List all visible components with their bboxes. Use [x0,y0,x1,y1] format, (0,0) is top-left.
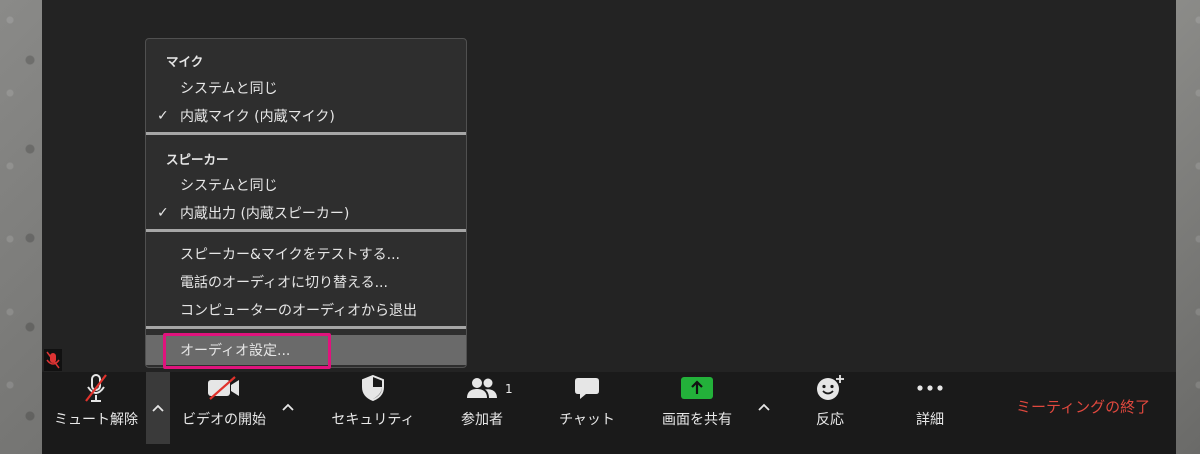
chevron-up-icon [282,403,294,411]
menu-divider [146,326,466,329]
security-label: セキュリティ [331,412,415,428]
mic-option-same-as-system[interactable]: システムと同じ [146,75,466,101]
checkmark-icon: ✓ [157,205,169,221]
menu-divider [146,132,466,135]
start-video-button[interactable]: ビデオの開始 [172,372,276,442]
checkmark-icon: ✓ [157,108,169,124]
audio-options-menu: マイク システムと同じ ✓ 内蔵マイク (内蔵マイク) スピーカー システムと同… [145,38,467,368]
audio-options-caret[interactable] [146,372,170,444]
unmute-label: ミュート解除 [54,412,138,428]
start-video-label: ビデオの開始 [182,412,266,428]
mic-option-builtin[interactable]: ✓ 内蔵マイク (内蔵マイク) [146,103,466,129]
muted-mic-small-icon [46,351,60,369]
chat-label: チャット [559,412,615,428]
self-muted-mic-indicator [44,349,62,371]
reactions-button[interactable]: 反応 [790,372,870,442]
chevron-up-icon [152,404,164,412]
speaker-section-title: スピーカー [166,152,229,167]
security-button[interactable]: セキュリティ [318,372,428,442]
more-button[interactable]: 詳細 [890,372,970,442]
meeting-toolbar: ミュート解除 ビデオの開始 セキュリティ 参加者 1 チャット 画面を共有 反応… [42,372,1176,454]
share-options-caret[interactable] [752,372,776,442]
participants-count: 1 [505,382,513,396]
chevron-up-icon [758,403,770,411]
participants-label: 参加者 [461,412,503,428]
unmute-button[interactable]: ミュート解除 [46,372,146,442]
test-speaker-mic-item[interactable]: スピーカー&マイクをテストする... [146,241,466,267]
chat-button[interactable]: チャット [547,372,627,442]
shield-icon [362,374,384,402]
smiley-plus-icon [815,374,845,402]
participants-icon [466,374,498,402]
switch-to-phone-audio-item[interactable]: 電話のオーディオに切り替える... [146,269,466,295]
leave-computer-audio-item[interactable]: コンピューターのオーディオから退出 [146,297,466,323]
more-label: 詳細 [916,412,944,428]
reactions-label: 反応 [816,412,844,428]
video-off-icon [207,374,241,402]
share-screen-icon [681,374,713,402]
mic-section-title: マイク [166,54,204,69]
menu-divider [146,229,466,232]
speaker-option-builtin[interactable]: ✓ 内蔵出力 (内蔵スピーカー) [146,200,466,226]
end-meeting-button[interactable]: ミーティングの終了 [1016,396,1150,417]
share-screen-label: 画面を共有 [662,412,732,428]
chat-bubble-icon [574,374,600,402]
muted-mic-icon [83,374,109,402]
more-dots-icon [916,374,944,402]
video-options-caret[interactable] [276,372,300,442]
share-screen-button[interactable]: 画面を共有 [647,372,747,442]
highlight-annotation-box [163,333,331,369]
speaker-option-same-as-system[interactable]: システムと同じ [146,172,466,198]
